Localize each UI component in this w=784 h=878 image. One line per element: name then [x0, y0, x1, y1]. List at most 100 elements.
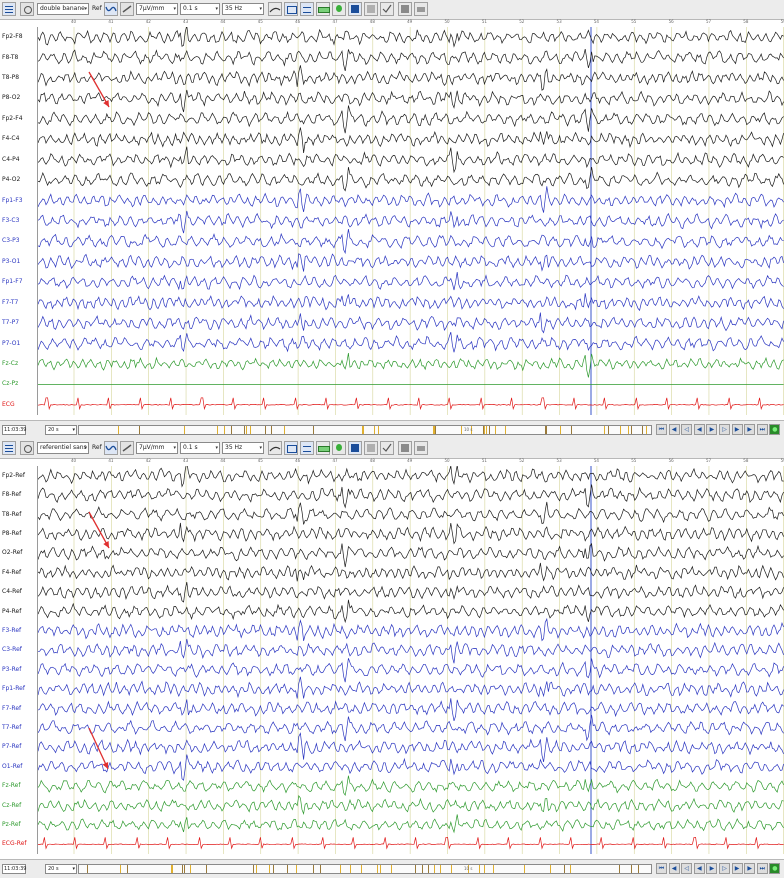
timebase-value: 0.1 s: [183, 444, 198, 451]
annotation-arrow: [88, 727, 109, 770]
video-camera-icon[interactable]: [348, 2, 362, 16]
signature-pen-icon[interactable]: [268, 2, 282, 16]
gain-select[interactable]: 7µV/mm ▾: [136, 442, 178, 454]
channel-label: P7-O1: [2, 339, 21, 347]
fast-fwd-icon[interactable]: ▶: [744, 863, 756, 874]
next-page-icon[interactable]: ▶: [731, 424, 743, 435]
indicator-lamp-icon[interactable]: [332, 441, 346, 455]
skip-start-icon[interactable]: ⏮: [656, 424, 667, 435]
event-marker: [478, 865, 480, 873]
step-fwd-icon[interactable]: ▷: [719, 424, 730, 435]
channel-label: P3-Ref: [2, 665, 22, 673]
montage-select[interactable]: double banane ▾: [37, 3, 89, 15]
channel-label: ECG: [2, 400, 15, 408]
waveform-filter-icon[interactable]: [104, 441, 118, 455]
printer-icon[interactable]: [414, 441, 428, 455]
event-marker: [287, 865, 289, 873]
brain-settings-icon[interactable]: [20, 441, 34, 455]
eeg-trace-area[interactable]: [37, 462, 784, 854]
printer-icon[interactable]: [414, 2, 428, 16]
play-icon[interactable]: ▶: [706, 863, 718, 874]
layout-strip-icon[interactable]: [300, 441, 314, 455]
step-fwd-icon[interactable]: ▷: [719, 863, 730, 874]
event-marker: [570, 865, 572, 873]
fast-fwd-icon[interactable]: ▶: [744, 424, 756, 435]
prev-page-icon[interactable]: ◀: [668, 424, 680, 435]
event-marker: [378, 426, 380, 434]
event-marker: [570, 426, 572, 434]
link-icon[interactable]: [120, 2, 134, 16]
save-disk-icon[interactable]: [398, 441, 412, 455]
montage-select[interactable]: referentiel sans t ▾: [37, 442, 89, 454]
event-marker: [320, 865, 322, 873]
timebase-select[interactable]: 0.1 s ▾: [180, 3, 220, 15]
hamburger-menu-icon[interactable]: [2, 441, 16, 455]
channel-label: P4-Ref: [2, 607, 22, 615]
eeg-trace-area[interactable]: [37, 25, 784, 415]
seconds-marker: 10 s: [464, 866, 473, 871]
rewind-icon[interactable]: ◀: [693, 863, 705, 874]
link-icon[interactable]: [120, 441, 134, 455]
record-icon[interactable]: ●: [769, 863, 781, 874]
battery-icon[interactable]: [316, 2, 330, 16]
gain-value: 7µV/mm: [139, 444, 165, 451]
montage-value: double banane: [40, 5, 85, 12]
battery-icon[interactable]: [316, 441, 330, 455]
save-disk-icon[interactable]: [398, 2, 412, 16]
step-back-icon[interactable]: ◁: [681, 424, 693, 435]
recording-overview-scrollbar[interactable]: 10 s: [78, 425, 652, 435]
duration-select[interactable]: 20 s ▾: [45, 425, 77, 435]
filter-select[interactable]: 35 Hz ▾: [222, 442, 264, 454]
channel-label: P8-O2: [2, 94, 21, 102]
event-marker: [349, 865, 351, 873]
gain-select[interactable]: 7µV/mm ▾: [136, 3, 178, 15]
timebase-select[interactable]: 0.1 s ▾: [180, 442, 220, 454]
duration-select[interactable]: 20 s ▾: [45, 864, 77, 874]
layout-strip-icon[interactable]: [300, 2, 314, 16]
event-marker: [312, 426, 314, 434]
event-marker: [451, 865, 453, 873]
chevron-down-icon: ▾: [215, 6, 218, 12]
skip-start-icon[interactable]: ⏮: [656, 863, 667, 874]
event-marker: [607, 426, 609, 434]
time-tick-label: 42: [145, 19, 151, 24]
record-icon[interactable]: ●: [769, 424, 781, 435]
event-marker: [434, 865, 436, 873]
prev-page-icon[interactable]: ◀: [668, 863, 680, 874]
toolbar: double banane ▾ Ref 7µV/mm ▾ 0.1 s ▾ 35 Hz ▾: [0, 0, 784, 20]
step-back-icon[interactable]: ◁: [681, 863, 693, 874]
chevron-down-icon: ▾: [72, 427, 75, 433]
channel-label: O1-Ref: [2, 762, 23, 770]
package-icon[interactable]: [364, 2, 378, 16]
skip-end-icon[interactable]: ⏭: [756, 424, 768, 435]
checklist-icon[interactable]: [380, 441, 394, 455]
package-icon[interactable]: [364, 441, 378, 455]
event-marker: [118, 426, 120, 434]
layout-grid-icon[interactable]: [284, 441, 298, 455]
next-page-icon[interactable]: ▶: [731, 863, 743, 874]
rewind-icon[interactable]: ◀: [693, 424, 705, 435]
chevron-down-icon: ▾: [259, 445, 262, 451]
brain-settings-icon[interactable]: [20, 2, 34, 16]
time-display: 11:03:39: [2, 425, 26, 435]
channel-label: Fp1-F7: [2, 278, 23, 286]
ref-button[interactable]: Ref: [92, 5, 102, 12]
time-tick-label: 52: [519, 458, 525, 463]
event-marker: [120, 865, 122, 873]
filter-select[interactable]: 35 Hz ▾: [222, 3, 264, 15]
recording-overview-scrollbar[interactable]: 10 s: [78, 864, 652, 874]
time-tick-label: 54: [593, 19, 599, 24]
ref-button[interactable]: Ref: [92, 444, 102, 451]
skip-end-icon[interactable]: ⏭: [756, 863, 768, 874]
play-icon[interactable]: ▶: [706, 424, 718, 435]
hamburger-menu-icon[interactable]: [2, 2, 16, 16]
layout-grid-icon[interactable]: [284, 2, 298, 16]
eeg-traces: [37, 462, 784, 854]
indicator-lamp-icon[interactable]: [332, 2, 346, 16]
channel-label: P8-Ref: [2, 529, 22, 537]
checklist-icon[interactable]: [380, 2, 394, 16]
signature-pen-icon[interactable]: [268, 441, 282, 455]
video-camera-icon[interactable]: [348, 441, 362, 455]
waveform-filter-icon[interactable]: [104, 2, 118, 16]
channel-label: F7-T7: [2, 298, 19, 306]
